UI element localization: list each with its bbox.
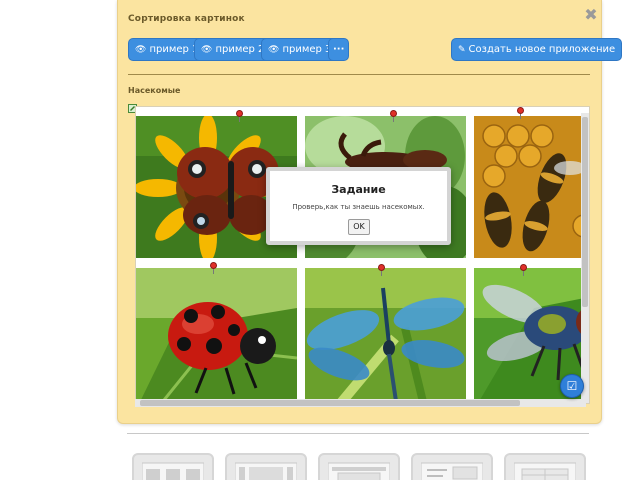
page: Сортировка картинок ✖ 👁 пример 1 👁 пример …	[0, 0, 640, 480]
task-dialog: Задание Проверь,как ты знаешь насекомых.…	[266, 167, 451, 245]
vertical-scrollbar[interactable]	[581, 113, 589, 403]
pin-icon	[210, 262, 217, 274]
text-block-icon	[421, 462, 483, 480]
pin-icon	[236, 110, 243, 122]
eye-icon: 👁	[268, 45, 280, 55]
image-ladybug-on-leaf[interactable]	[136, 268, 297, 404]
table-icon	[514, 462, 576, 480]
more-button[interactable]: ···	[328, 38, 350, 61]
divider	[127, 433, 589, 434]
window-tool[interactable]	[318, 453, 400, 480]
ok-button[interactable]: OK	[348, 219, 370, 235]
table-tool[interactable]	[504, 453, 586, 480]
dialog-text: Проверь,как ты знаешь насекомых.	[292, 203, 425, 211]
filmstrip-icon	[235, 462, 297, 480]
eye-icon: 👁	[201, 45, 213, 55]
pencil-icon: ✎	[458, 45, 466, 55]
example-2-label: пример 2	[215, 44, 265, 55]
check-task-button[interactable]: ☑	[560, 374, 584, 398]
image-dragonfly[interactable]	[305, 268, 466, 404]
create-app-label: Создать новое приложение	[468, 44, 616, 55]
window-icon	[328, 462, 390, 480]
example-1-label: пример 1	[149, 44, 199, 55]
dialog-title: Задание	[331, 183, 386, 196]
panel-title: Сортировка картинок	[128, 14, 245, 24]
eye-icon: 👁	[135, 45, 147, 55]
example-3-button[interactable]: 👁 пример 3	[261, 38, 339, 61]
pin-icon	[390, 110, 397, 122]
create-app-button[interactable]: ✎ Создать новое приложение	[451, 38, 623, 61]
image-bees-on-honeycomb[interactable]	[474, 116, 590, 258]
text-block-tool[interactable]	[411, 453, 493, 480]
divider	[128, 74, 590, 75]
example-2-button[interactable]: 👁 пример 2	[194, 38, 272, 61]
section-label: Насекомые	[128, 86, 181, 95]
grid-layout-icon	[142, 462, 204, 480]
horizontal-scrollbar[interactable]	[135, 399, 586, 407]
close-icon[interactable]: ✖	[584, 7, 598, 23]
grid-layout-tool[interactable]	[132, 453, 214, 480]
image-board	[135, 106, 590, 404]
filmstrip-tool[interactable]	[225, 453, 307, 480]
example-3-label: пример 3	[282, 44, 332, 55]
pin-icon	[520, 264, 527, 276]
pin-icon	[517, 107, 524, 119]
pin-icon	[378, 264, 385, 276]
